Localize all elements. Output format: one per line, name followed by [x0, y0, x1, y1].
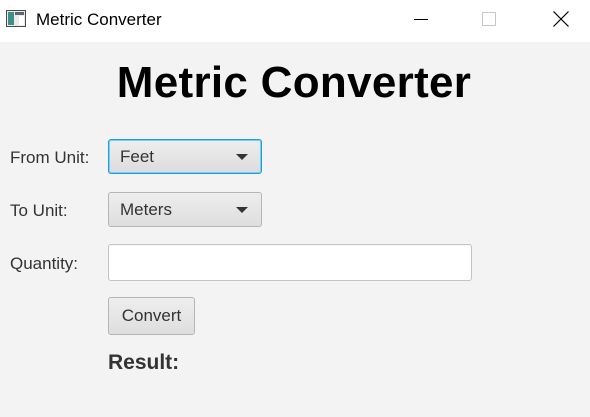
from-unit-value: Feet — [120, 147, 155, 166]
quantity-label: Quantity: — [10, 254, 79, 273]
window-title: Metric Converter — [36, 10, 162, 29]
close-button[interactable] — [538, 0, 584, 42]
from-unit-select[interactable]: Feet — [108, 139, 262, 174]
maximize-button[interactable] — [466, 0, 512, 42]
close-icon — [552, 10, 570, 33]
minimize-icon — [413, 11, 429, 32]
maximize-icon — [481, 11, 497, 32]
chevron-down-icon — [236, 207, 248, 213]
from-unit-label: From Unit: — [10, 148, 90, 167]
result-label: Result: — [108, 351, 180, 374]
app-icon — [6, 10, 26, 27]
to-unit-label: To Unit: — [10, 201, 68, 220]
title-bar[interactable]: Metric Converter — [0, 0, 590, 42]
minimize-button[interactable] — [398, 0, 444, 42]
convert-button[interactable]: Convert — [108, 297, 195, 335]
page-title: Metric Converter — [116, 58, 472, 107]
to-unit-select[interactable]: Meters — [108, 192, 262, 227]
converter-form: Metric Converter From Unit: Feet To Unit… — [0, 42, 590, 417]
app-window: Metric Converter Metric Converter From U… — [0, 0, 590, 417]
chevron-down-icon — [236, 154, 248, 160]
quantity-input[interactable] — [108, 244, 472, 281]
to-unit-value: Meters — [120, 200, 172, 219]
